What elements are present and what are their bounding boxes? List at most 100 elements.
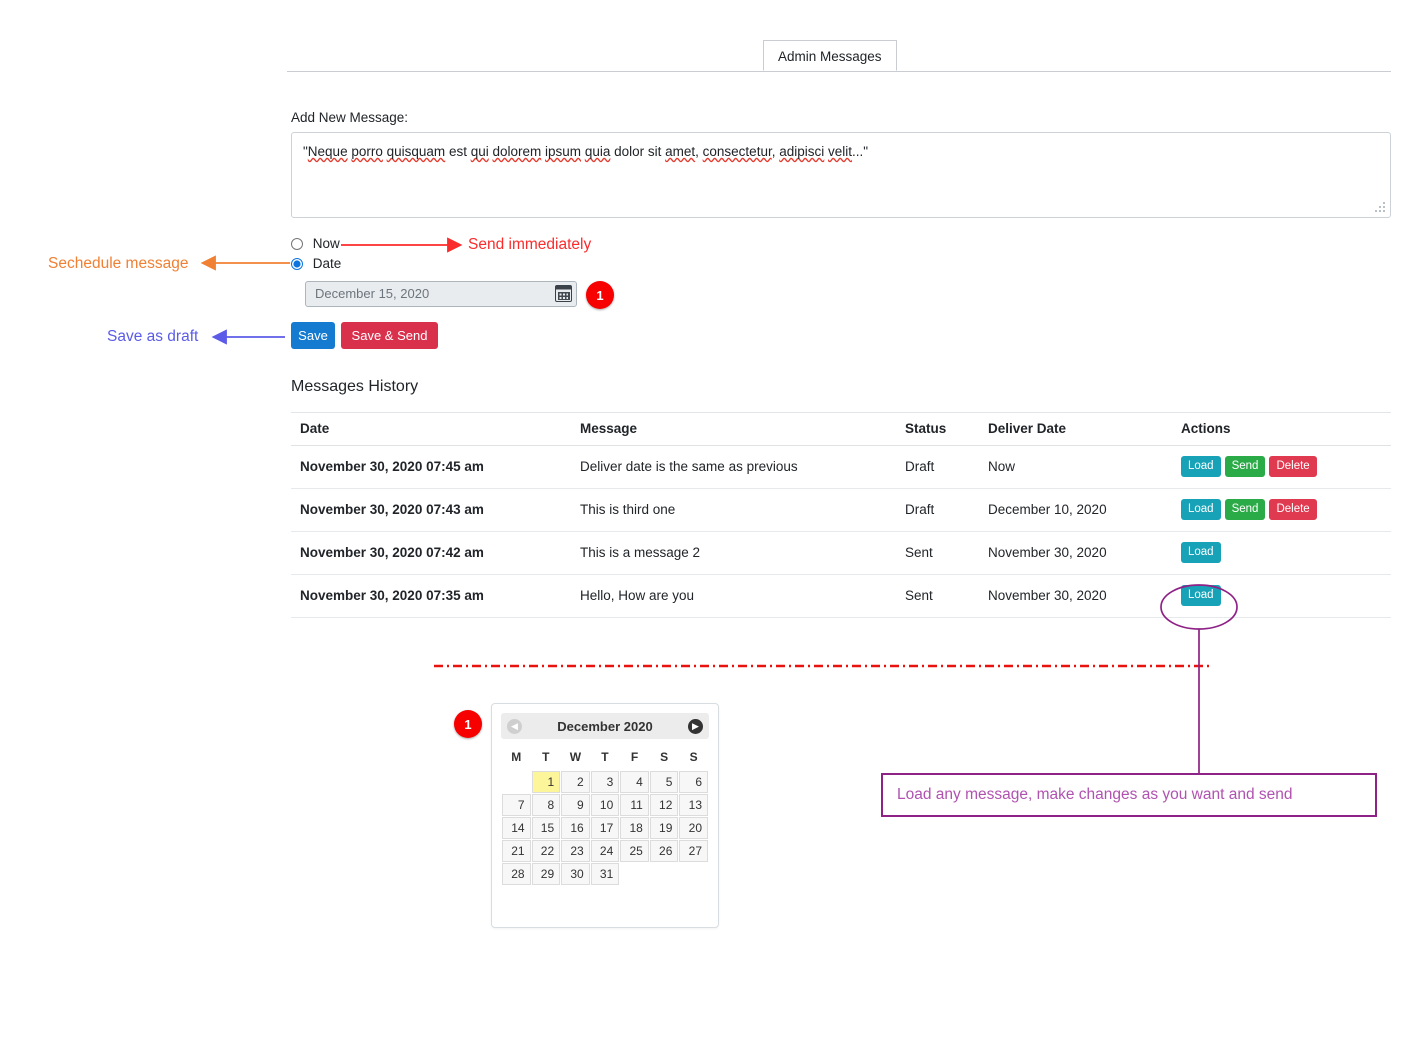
datepicker-week-row: 7 8 9 10 11 12 13 xyxy=(502,794,708,816)
chevron-left-icon[interactable]: ◀ xyxy=(507,718,522,734)
column-header-message: Message xyxy=(571,412,896,446)
save-and-send-button[interactable]: Save & Send xyxy=(341,322,438,349)
datepicker-day-14[interactable]: 14 xyxy=(502,817,531,839)
load-button[interactable]: Load xyxy=(1181,499,1221,520)
datepicker-day-24[interactable]: 24 xyxy=(590,840,620,862)
cell-status: Draft xyxy=(896,445,979,489)
datepicker-empty-cell xyxy=(502,771,531,793)
calendar-icon[interactable] xyxy=(555,285,572,302)
datepicker-day-18[interactable]: 18 xyxy=(620,817,649,839)
datepicker-week-row: 28 29 30 31 xyxy=(502,863,708,885)
send-button[interactable]: Send xyxy=(1224,456,1266,477)
cell-actions: Load Send Delete xyxy=(1172,445,1391,489)
datepicker-day-22[interactable]: 22 xyxy=(531,840,561,862)
datepicker-day-28[interactable]: 28 xyxy=(502,863,531,885)
column-header-status: Status xyxy=(896,412,979,446)
datepicker-day-10[interactable]: 10 xyxy=(590,794,620,816)
datepicker-weekday-1: T xyxy=(542,750,550,764)
datepicker-day-30[interactable]: 30 xyxy=(561,863,590,885)
datepicker-day-4[interactable]: 4 xyxy=(620,771,649,793)
datepicker-weekday-0: M xyxy=(511,750,522,764)
cell-actions: Load xyxy=(1172,531,1391,575)
cell-date: November 30, 2020 07:45 am xyxy=(291,445,571,489)
send-button[interactable]: Send xyxy=(1224,499,1266,520)
annotation-sechedule-message: Sechedule message xyxy=(48,255,189,272)
datepicker-day-5[interactable]: 5 xyxy=(649,771,679,793)
radio-option-date[interactable]: Date xyxy=(291,256,341,271)
datepicker-day-8[interactable]: 8 xyxy=(531,794,561,816)
datepicker-popup: ◀ December 2020 ▶ MTWTFSS 1 2 3 4 5 6 7 8 9 10 11 1… xyxy=(491,703,719,928)
radio-now-input[interactable] xyxy=(291,238,303,250)
cell-actions: Load Send Delete xyxy=(1172,488,1391,532)
chevron-right-icon[interactable]: ▶ xyxy=(688,718,703,734)
datepicker-day-16[interactable]: 16 xyxy=(561,817,590,839)
column-header-deliver-date: Deliver Date xyxy=(979,412,1172,446)
radio-option-now[interactable]: Now xyxy=(291,236,340,251)
table-row: November 30, 2020 07:42 am This is a mes… xyxy=(291,531,1391,575)
table-row: November 30, 2020 07:35 am Hello, How ar… xyxy=(291,574,1391,618)
datepicker-day-12[interactable]: 12 xyxy=(649,794,679,816)
cell-date: November 30, 2020 07:35 am xyxy=(291,574,571,618)
datepicker-day-15[interactable]: 15 xyxy=(531,817,561,839)
datepicker-weekday-6: S xyxy=(689,750,698,764)
annotation-send-immediately: Send immediately xyxy=(468,236,592,253)
load-button-highlighted[interactable]: Load xyxy=(1181,585,1221,606)
datepicker-day-29[interactable]: 29 xyxy=(531,863,561,885)
annotation-save-as-draft: Save as draft xyxy=(107,328,199,345)
datepicker-day-11[interactable]: 11 xyxy=(620,794,649,816)
radio-now-label: Now xyxy=(312,236,340,251)
datepicker-weekday-row: MTWTFSS xyxy=(502,746,708,770)
datepicker-empty-cell xyxy=(679,863,708,885)
datepicker-day-6[interactable]: 6 xyxy=(679,771,708,793)
callout-badge-1-date: 1 xyxy=(586,281,614,309)
cell-actions: Load xyxy=(1172,574,1391,618)
load-button[interactable]: Load xyxy=(1181,542,1221,563)
datepicker-weekday-3: T xyxy=(601,750,609,764)
save-button[interactable]: Save xyxy=(291,322,335,349)
datepicker-day-7[interactable]: 7 xyxy=(502,794,531,816)
table-header-row: Date Message Status Deliver Date Actions xyxy=(291,412,1391,446)
callout-badge-1-calendar: 1 xyxy=(454,710,482,738)
datepicker-day-25[interactable]: 25 xyxy=(620,840,649,862)
cell-status: Sent xyxy=(896,531,979,575)
column-header-actions: Actions xyxy=(1172,412,1391,446)
datepicker-weekday-5: S xyxy=(660,750,669,764)
datepicker-day-23[interactable]: 23 xyxy=(561,840,590,862)
datepicker-day-17[interactable]: 17 xyxy=(590,817,620,839)
datepicker-title: December 2020 xyxy=(557,718,653,734)
datepicker-day-13[interactable]: 13 xyxy=(679,794,708,816)
radio-date-label: Date xyxy=(312,256,342,271)
datepicker-day-9[interactable]: 9 xyxy=(561,794,590,816)
cell-date: November 30, 2020 07:43 am xyxy=(291,488,571,532)
tab-admin-messages[interactable]: Admin Messages xyxy=(763,40,897,71)
datepicker-day-26[interactable]: 26 xyxy=(649,840,679,862)
cell-message: Deliver date is the same as previous xyxy=(571,445,896,489)
cell-date: November 30, 2020 07:42 am xyxy=(291,531,571,575)
cell-deliver-date: Now xyxy=(979,445,1172,489)
datepicker-weekday-2: W xyxy=(569,750,582,764)
datepicker-day-27[interactable]: 27 xyxy=(679,840,708,862)
datepicker-day-19[interactable]: 19 xyxy=(649,817,679,839)
datepicker-day-21[interactable]: 21 xyxy=(502,840,531,862)
datepicker-day-1[interactable]: 1 xyxy=(531,771,561,793)
delete-button[interactable]: Delete xyxy=(1269,499,1317,520)
table-row: November 30, 2020 07:45 am Deliver date … xyxy=(291,445,1391,489)
cell-message: Hello, How are you xyxy=(571,574,896,618)
cell-deliver-date: November 30, 2020 xyxy=(979,574,1172,618)
datepicker-day-31[interactable]: 31 xyxy=(590,863,620,885)
datepicker-week-row: 14 15 16 17 18 19 20 xyxy=(502,817,708,839)
cell-message: This is a message 2 xyxy=(571,531,896,575)
datepicker-header: ◀ December 2020 ▶ xyxy=(501,713,709,739)
datepicker-day-2[interactable]: 2 xyxy=(561,771,590,793)
date-input[interactable]: December 15, 2020 xyxy=(305,281,577,307)
datepicker-day-3[interactable]: 3 xyxy=(590,771,620,793)
datepicker-empty-cell xyxy=(620,863,649,885)
load-button[interactable]: Load xyxy=(1181,456,1221,477)
radio-date-input[interactable] xyxy=(291,258,303,270)
message-textarea[interactable]: "Neque porro quisquam est qui dolorem ip… xyxy=(291,132,1391,218)
cell-status: Draft xyxy=(896,488,979,532)
datepicker-empty-cell xyxy=(650,863,679,885)
datepicker-day-20[interactable]: 20 xyxy=(679,817,708,839)
datepicker-grid: MTWTFSS 1 2 3 4 5 6 7 8 9 10 11 12 13 14 15 16 17 18 19 20 2… xyxy=(501,745,709,886)
delete-button[interactable]: Delete xyxy=(1269,456,1317,477)
